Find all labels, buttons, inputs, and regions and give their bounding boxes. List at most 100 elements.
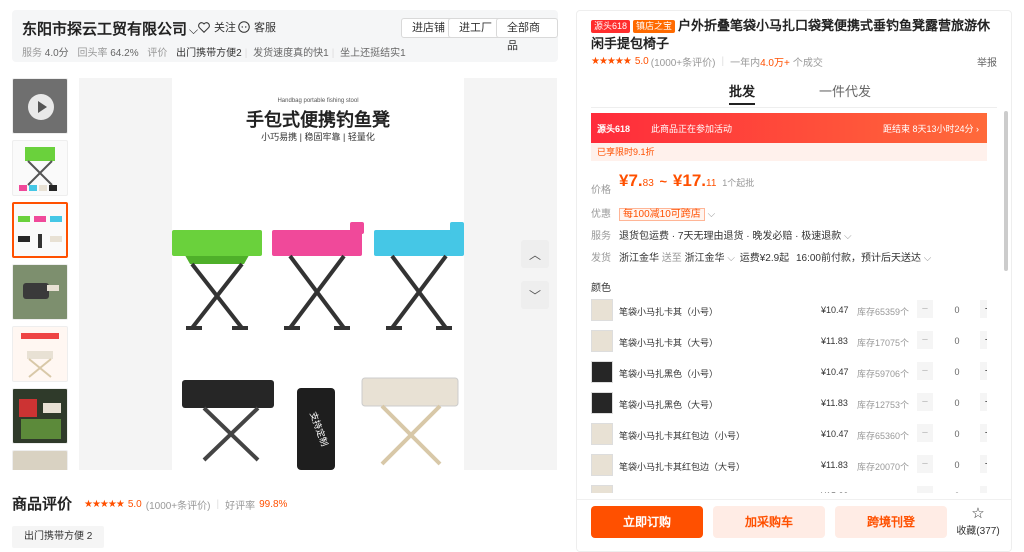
price-label: 价格: [591, 185, 611, 196]
sku-stock: 库存17075个: [857, 338, 910, 348]
promo-countdown[interactable]: 距结束 8天13小时24分 ›: [883, 122, 979, 135]
shop-tag[interactable]: 发货速度真的快1: [253, 48, 329, 59]
sku-stock: 库存12753个: [857, 400, 910, 410]
order-now-button[interactable]: 立即订购: [591, 506, 703, 538]
ship-to-select[interactable]: 浙江金华 ⌵: [685, 253, 735, 264]
sku-price: ¥10.47: [821, 367, 849, 377]
decrease-button[interactable]: −: [917, 362, 933, 380]
play-icon: [28, 94, 54, 120]
shop-stats: 服务 4.0分 回头率 64.2% 评价 出门携带方便2 | 发货速度真的快1 | …: [22, 48, 406, 59]
add-to-cart-button[interactable]: 加采购车: [713, 506, 825, 538]
enter-factory-button[interactable]: 进工厂: [448, 18, 503, 38]
chevron-down-icon[interactable]: ⌵: [708, 209, 716, 220]
follow-button[interactable]: 关注: [197, 19, 236, 35]
service-button[interactable]: 客服: [237, 19, 276, 35]
evaluation-summary: ★★★★★ 5.0 (1000+条评价) | 好评率 99.8%: [84, 499, 288, 512]
carry-bag: 支持定制: [297, 388, 335, 470]
decrease-button[interactable]: −: [917, 424, 933, 442]
increase-button[interactable]: +: [980, 486, 987, 493]
quantity-input[interactable]: 0: [935, 398, 979, 408]
thumbnail[interactable]: [12, 264, 68, 320]
thumbnail[interactable]: [12, 450, 68, 470]
stool-thumb-image: [19, 147, 57, 191]
quantity-input[interactable]: 0: [935, 367, 979, 377]
quantity-input[interactable]: 0: [935, 305, 979, 315]
sku-row: 提包式小马扎卡其（小号） ¥15.29 库存22200个 −0+: [591, 481, 987, 493]
sku-row: 笔袋小马扎卡其红包边（大号） ¥11.83 库存20070个−0+: [591, 450, 987, 481]
report-link[interactable]: 举报: [977, 54, 997, 69]
gallery-down-button[interactable]: ﹀: [521, 281, 549, 309]
evaluation-score: 5.0: [127, 499, 142, 510]
sku-name: 笔袋小马扎黑色（大号）: [619, 400, 719, 410]
product-rating: ★★★★★ 5.0 (1000+条评价) | 一年内 4.0万+ 个成交: [591, 54, 823, 69]
increase-button[interactable]: +: [980, 362, 987, 380]
shipping-row: 发货 浙江金华 送至 浙江金华 ⌵ 运费¥2.9起 16:00前付款，预计后天送…: [591, 245, 987, 267]
quantity-input[interactable]: 0: [935, 491, 979, 493]
gallery-up-button[interactable]: ︿: [521, 240, 549, 268]
quantity-input[interactable]: 0: [935, 460, 979, 470]
ship-from: 浙江金华: [619, 253, 659, 264]
decrease-button[interactable]: −: [917, 486, 933, 493]
sku-thumbnail[interactable]: [591, 454, 613, 476]
main-product-image[interactable]: Handbag portable fishing stool 手包式便携钓鱼凳 …: [79, 78, 557, 470]
decrease-button[interactable]: −: [917, 393, 933, 411]
thumbnail[interactable]: [12, 388, 68, 444]
sku-thumbnail[interactable]: [591, 423, 613, 445]
stool-illustration: 支持定制: [172, 222, 464, 470]
coupon-tag[interactable]: 每100减10可跨店: [619, 208, 705, 221]
sku-stock: 库存20070个: [857, 462, 910, 472]
chevron-down-icon[interactable]: ⌵: [844, 231, 852, 242]
sku-price: ¥11.83: [821, 336, 848, 346]
sales-value: 4.0万+: [760, 58, 790, 69]
increase-button[interactable]: +: [980, 424, 987, 442]
tab-wholesale[interactable]: 批发: [729, 81, 756, 105]
sku-thumbnail[interactable]: [591, 485, 613, 493]
image-title: 手包式便携钓鱼凳: [246, 110, 390, 130]
offer-label: 优惠: [591, 209, 611, 220]
product-title: 源头618 镇店之宝 户外折叠笔袋小马扎口袋凳便携式垂钓鱼凳露营旅游休闲手提包椅子: [591, 17, 1001, 53]
shop-name[interactable]: 东阳市探云工贸有限公司 ⌵: [22, 18, 198, 39]
thumbnail-video[interactable]: [12, 78, 68, 134]
sku-row: 笔袋小马扎黑色（大号） ¥11.83 库存12753个−0+: [591, 388, 987, 419]
decrease-button[interactable]: −: [917, 300, 933, 318]
service-row: 服务 退货包运费 · 7天无理由退货 · 晚发必赔 · 极速退款 ⌵: [591, 223, 987, 245]
shop-tag[interactable]: 出门携带方便2: [176, 48, 242, 59]
thumbnail[interactable]: [12, 140, 68, 196]
sku-row: 笔袋小马扎卡其红包边（小号） ¥10.47 库存65360个−0+: [591, 419, 987, 450]
sku-thumbnail[interactable]: [591, 299, 613, 321]
favorite-button[interactable]: ☆ 收藏(377): [955, 506, 1001, 538]
all-products-button[interactable]: 全部商品: [496, 18, 558, 52]
good-rate-label: 好评率: [225, 501, 256, 512]
chevron-up-icon: ︿: [528, 247, 541, 262]
sku-thumbnail[interactable]: [591, 330, 613, 352]
min-order: 1个起批: [722, 178, 755, 188]
thumbnail-active[interactable]: [12, 202, 68, 258]
discount-notice: 已享限时9.1折: [591, 143, 987, 161]
product-detail-scroll[interactable]: 源头618 此商品正在参加活动 距结束 8天13小时24分 › 已享限时9.1折…: [591, 111, 987, 493]
promo-status: 此商品正在参加活动: [651, 124, 733, 134]
evaluation-tag[interactable]: 出门携带方便 2: [12, 526, 105, 548]
decrease-button[interactable]: −: [917, 331, 933, 349]
store-treasure-badge: 镇店之宝: [633, 20, 676, 33]
sku-thumbnail[interactable]: [591, 392, 613, 414]
increase-button[interactable]: +: [980, 455, 987, 473]
sku-row: 笔袋小马扎卡其（小号） ¥10.47 库存65359个−0+: [591, 295, 987, 326]
increase-button[interactable]: +: [980, 300, 987, 318]
product-panel: 源头618 镇店之宝 户外折叠笔袋小马扎口袋凳便携式垂钓鱼凳露营旅游休闲手提包椅子 …: [576, 10, 1012, 552]
increase-button[interactable]: +: [980, 331, 987, 349]
sku-name: 笔袋小马扎卡其（大号）: [619, 338, 719, 348]
increase-button[interactable]: +: [980, 393, 987, 411]
sku-thumbnail[interactable]: [591, 361, 613, 383]
scrollbar[interactable]: [1004, 111, 1008, 271]
tab-dropship[interactable]: 一件代发: [819, 81, 871, 100]
thumbnail[interactable]: [12, 326, 68, 382]
decrease-button[interactable]: −: [917, 455, 933, 473]
cross-border-button[interactable]: 跨境刊登: [835, 506, 947, 538]
quantity-input[interactable]: 0: [935, 429, 979, 439]
ship-to-label: 送至: [661, 253, 682, 264]
chevron-down-icon[interactable]: ⌵: [924, 253, 932, 264]
quantity-input[interactable]: 0: [935, 336, 979, 346]
product-review-count[interactable]: (1000+条评价): [651, 54, 716, 69]
stool-thumb-image: [13, 327, 67, 381]
shop-tag[interactable]: 坐上还挺结实1: [340, 48, 406, 59]
